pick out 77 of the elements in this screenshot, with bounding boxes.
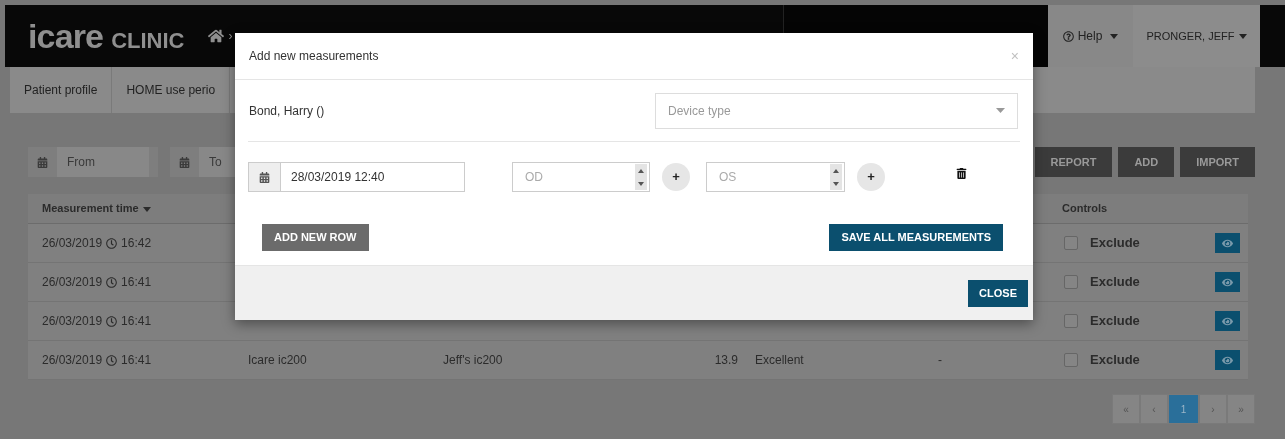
caret-icon [996, 108, 1005, 113]
page-button[interactable]: 1 [1168, 394, 1199, 424]
add-os-button[interactable]: + [857, 163, 885, 191]
view-button[interactable] [1215, 350, 1240, 370]
logo-suffix: CLINIC [111, 26, 185, 55]
sub-nav-tab[interactable]: HOME use perio [112, 67, 231, 113]
user-menu[interactable]: PRONGER, JEFF [1133, 5, 1260, 67]
patient-name: Bond, Harry () [249, 102, 325, 120]
up-arrow-icon [638, 168, 644, 173]
exclude-checkbox[interactable] [1064, 236, 1078, 250]
logo: icare [28, 15, 104, 57]
clock-icon [106, 276, 118, 288]
down-arrow-icon [638, 181, 644, 186]
save-all-button[interactable]: SAVE ALL MEASUREMENTS [829, 224, 1003, 251]
eye-icon [1222, 315, 1233, 327]
calendar-icon [259, 171, 270, 183]
eye-icon [1222, 354, 1233, 366]
date-cell-text: 26/03/2019 [42, 313, 103, 330]
comment-cell: - [938, 353, 942, 367]
add-new-row-button[interactable]: ADD NEW ROW [262, 224, 369, 251]
device-name-cell: Jeff's ic200 [443, 353, 503, 367]
device-cell: Icare ic200 [248, 353, 307, 367]
quality-cell: Excellent [755, 353, 804, 367]
time-cell-text: 16:41 [121, 352, 152, 369]
od-field[interactable]: OD [512, 162, 650, 192]
clock-icon [106, 237, 118, 249]
time-cell-text: 16:41 [121, 274, 152, 291]
spinner-control[interactable] [635, 164, 647, 190]
view-button[interactable] [1215, 311, 1240, 331]
date-cell-text: 26/03/2019 [42, 352, 103, 369]
down-arrow-icon [833, 181, 839, 186]
page-button[interactable]: ‹ [1140, 394, 1168, 424]
page-button[interactable]: « [1112, 394, 1140, 424]
time-cell-text: 16:41 [121, 313, 152, 330]
modal-title: Add new measurements [249, 48, 379, 65]
toolbar-button[interactable]: REPORT [1034, 147, 1113, 177]
close-button[interactable]: CLOSE [968, 279, 1028, 307]
device-type-select[interactable]: Device type [655, 92, 1018, 129]
add-od-button[interactable]: + [662, 163, 690, 191]
view-button[interactable] [1215, 233, 1240, 253]
caret-icon [1110, 33, 1119, 39]
exclude-checkbox[interactable] [1064, 314, 1078, 328]
os-field[interactable]: OS [706, 162, 845, 192]
exclude-checkbox[interactable] [1064, 353, 1078, 367]
exclude-label: Exclude [1090, 312, 1140, 331]
eye-icon [1222, 276, 1233, 288]
date-from-field[interactable]: From [28, 147, 158, 177]
page-button[interactable]: › [1199, 394, 1227, 424]
date-cell-text: 26/03/2019 [42, 235, 103, 252]
home-icon[interactable] [208, 28, 225, 44]
clock-icon [106, 354, 118, 366]
view-button[interactable] [1215, 272, 1240, 292]
sub-nav-tab[interactable]: Patient profile [10, 67, 113, 113]
spinner-control[interactable] [830, 164, 842, 190]
clock-icon [106, 315, 118, 327]
time-cell-text: 16:42 [121, 235, 152, 252]
exclude-label: Exclude [1090, 234, 1140, 253]
up-arrow-icon [833, 168, 839, 173]
help-icon [1062, 30, 1074, 42]
breadcrumb-separator: › [228, 28, 233, 45]
calendar-icon [179, 156, 190, 168]
column-header[interactable]: Measurement time [42, 200, 151, 217]
caret-icon [1238, 33, 1247, 39]
exclude-checkbox[interactable] [1064, 275, 1078, 289]
help-menu[interactable]: Help [1048, 5, 1133, 67]
iop-cell: 13.9 [714, 353, 738, 367]
page-button[interactable]: » [1227, 394, 1255, 424]
toolbar-button[interactable]: ADD [1118, 147, 1175, 177]
exclude-label: Exclude [1090, 273, 1140, 292]
toolbar-button[interactable]: IMPORT [1180, 147, 1255, 177]
date-time-field[interactable]: 28/03/2019 12:40 [248, 162, 465, 192]
eye-icon [1222, 237, 1233, 249]
delete-icon[interactable] [956, 167, 967, 179]
exclude-label: Exclude [1090, 351, 1140, 370]
date-cell-text: 26/03/2019 [42, 274, 103, 291]
column-header: Controls [1062, 202, 1108, 215]
calendar-icon [37, 156, 48, 168]
